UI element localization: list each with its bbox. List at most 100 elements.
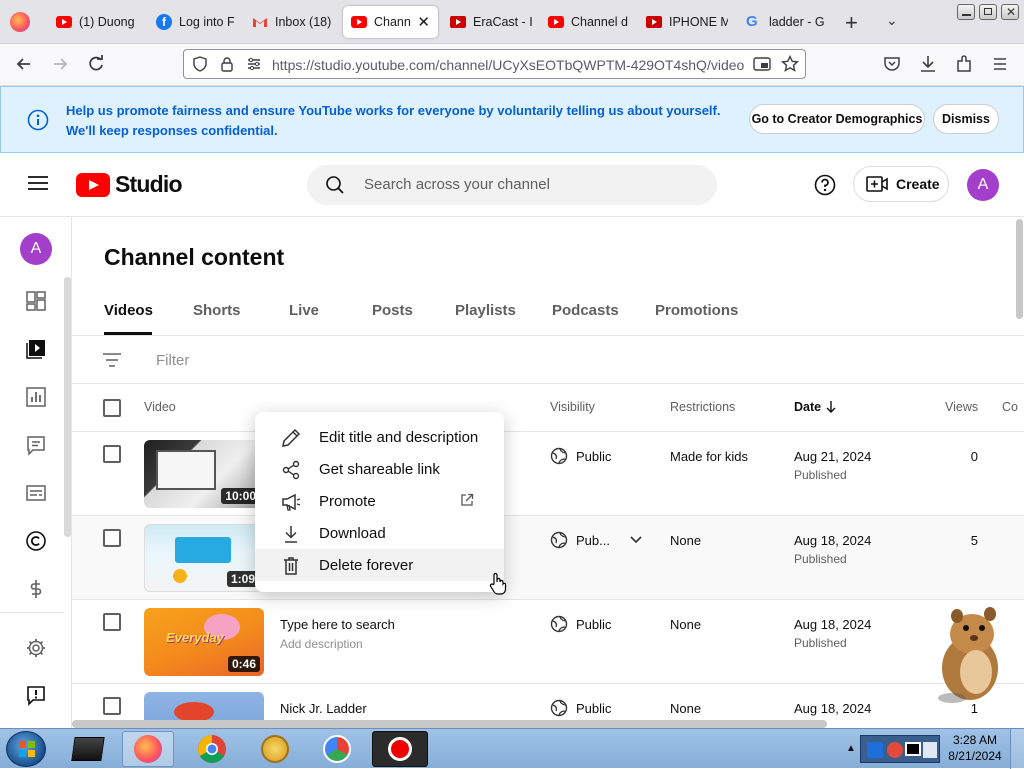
filter-bar[interactable]: Filter [72,336,1024,384]
forward-icon[interactable] [50,54,70,74]
studio-logo[interactable]: Studio [76,171,183,198]
column-header-date[interactable]: Date [794,400,837,414]
tab-channel-d[interactable]: Channel d [540,6,638,38]
filter-icon[interactable] [102,352,122,368]
creator-demographics-button[interactable]: Go to Creator Demographics [749,104,925,134]
firefox-menu-icon[interactable] [10,12,30,32]
channel-avatar[interactable]: A [20,233,52,265]
table-row[interactable]: 1:09 Pub... None Aug 18, 2024 Published … [72,516,1024,600]
sidebar-scrollbar[interactable] [64,277,71,537]
tab-facebook[interactable]: f Log into F [148,6,244,38]
filter-input[interactable]: Filter [156,352,189,369]
show-hidden-icons-icon[interactable]: ▲ [846,743,856,754]
video-title[interactable]: Type here to search [280,617,395,632]
chevron-down-icon[interactable] [630,536,642,544]
close-tab-icon[interactable]: ✕ [417,13,430,31]
row-checkbox[interactable] [103,445,121,463]
tab-duong[interactable]: (1) Duong [48,6,148,38]
horizontal-scrollbar[interactable] [72,720,827,728]
channel-search-input[interactable]: Search across your channel [307,165,717,205]
lock-icon[interactable] [220,56,234,72]
new-tab-icon[interactable]: + [845,10,858,36]
video-thumbnail[interactable]: Everyday 0:46 [144,608,264,676]
hamburger-menu-icon[interactable] [28,175,48,191]
visibility-cell[interactable]: Public [550,699,611,717]
select-all-checkbox[interactable] [103,399,121,417]
copyright-icon[interactable] [25,530,47,552]
comments-icon[interactable] [25,434,47,456]
content-icon[interactable] [25,338,47,360]
visibility-cell[interactable]: Public [550,447,611,465]
menu-item-shareable-link[interactable]: Get shareable link [255,453,504,485]
analytics-icon[interactable] [25,386,47,408]
recorder-taskbar-icon[interactable] [372,731,428,767]
tab-channel-active[interactable]: Channe ✕ [343,6,438,38]
tab-podcasts[interactable]: Podcasts [552,302,619,319]
app-menu-icon[interactable] [991,55,1009,73]
bookmark-star-icon[interactable] [781,55,799,73]
permissions-icon[interactable] [246,56,262,72]
tab-videos[interactable]: Videos [104,302,153,319]
dashboard-icon[interactable] [25,290,47,312]
show-desktop-button[interactable] [1010,729,1024,769]
chrome-taskbar-icon[interactable] [186,731,238,767]
video-thumbnail[interactable]: 10:00 [144,440,264,508]
visibility-cell[interactable]: Public [550,615,611,633]
menu-item-edit-title[interactable]: Edit title and description [255,421,504,453]
vertical-scrollbar[interactable] [1016,219,1023,319]
tab-gmail[interactable]: Inbox (18) [244,6,340,38]
volume-icon[interactable] [923,742,937,758]
tab-shorts[interactable]: Shorts [193,302,241,319]
menu-item-promote[interactable]: Promote [255,485,504,517]
dismiss-button[interactable]: Dismiss [933,104,999,134]
tab-iphone[interactable]: IPHONE M [638,6,736,38]
row-checkbox[interactable] [103,529,121,547]
close-window-icon[interactable]: ✕ [1001,4,1019,20]
create-button[interactable]: Create [853,166,949,202]
system-tray-icons[interactable] [860,735,940,763]
tab-promotions[interactable]: Promotions [655,302,738,319]
back-icon[interactable] [14,54,34,74]
account-avatar[interactable]: A [967,169,999,201]
settings-icon[interactable] [25,637,47,659]
video-thumbnail[interactable]: 1:09 [144,524,264,592]
start-button-icon[interactable] [6,731,46,767]
subtitles-icon[interactable] [25,482,47,504]
restore-window-icon[interactable] [979,4,997,20]
list-tabs-icon[interactable]: ⌄ [886,12,898,29]
table-row[interactable]: 10:00 Public Made for kids Aug 21, 2024 … [72,432,1024,516]
tray-app-icon[interactable] [867,742,883,758]
help-icon[interactable] [814,174,836,196]
tab-eracast[interactable]: EraCast - I [442,6,540,38]
coccoc-taskbar-icon[interactable] [311,731,363,767]
picture-in-picture-icon[interactable] [753,56,771,72]
video-description[interactable]: Add description [280,637,363,651]
address-bar[interactable]: https://studio.youtube.com/channel/UCyXs… [183,49,806,79]
extensions-icon[interactable] [955,54,973,74]
tab-playlists[interactable]: Playlists [455,302,516,319]
earn-icon[interactable] [25,578,47,600]
globe-icon [550,699,568,717]
video-title[interactable]: Nick Jr. Ladder [280,701,367,716]
tracking-shield-icon[interactable] [192,56,208,72]
reload-icon[interactable] [86,54,106,74]
taskbar-clock[interactable]: 3:28 AM 8/21/2024 [944,732,1006,764]
row-checkbox[interactable] [103,697,121,715]
pocket-icon[interactable] [883,55,901,73]
browser-shield-taskbar-icon[interactable] [249,731,301,767]
visibility-dropdown[interactable]: Pub... [550,531,642,549]
tab-posts[interactable]: Posts [372,302,413,319]
row-checkbox[interactable] [103,613,121,631]
downloads-icon[interactable] [919,54,937,74]
tray-app-icon[interactable] [887,742,903,758]
tab-ladder[interactable]: G ladder - G [738,6,834,38]
firefox-taskbar-icon[interactable] [122,731,174,767]
menu-item-download[interactable]: Download [255,517,504,549]
tab-live[interactable]: Live [289,302,319,319]
menu-item-delete-forever[interactable]: Delete forever [255,549,504,581]
network-icon[interactable] [905,742,921,756]
show-desktop-app-icon[interactable] [62,731,114,767]
feedback-icon[interactable] [25,684,47,706]
minimize-window-icon[interactable] [957,4,975,20]
table-row[interactable]: Everyday 0:46 Type here to search Add de… [72,600,1024,684]
